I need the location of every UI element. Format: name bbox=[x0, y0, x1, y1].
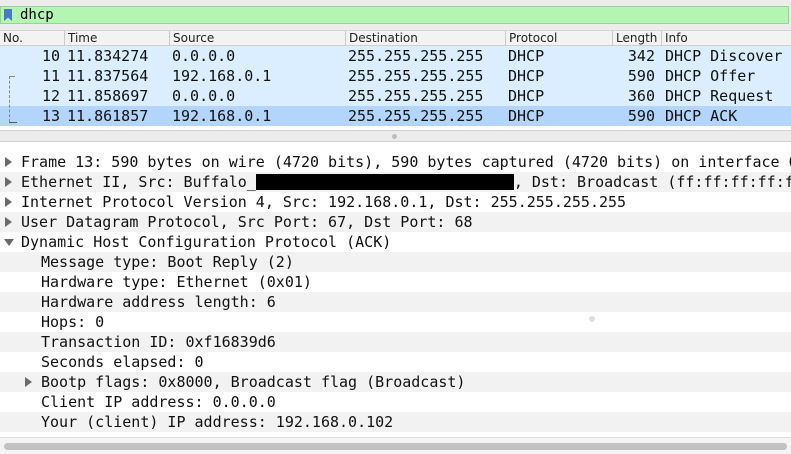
packet-length: 360 bbox=[627, 87, 655, 105]
packet-destination: 255.255.255.255 bbox=[348, 107, 484, 125]
tree-item-udp[interactable]: User Datagram Protocol, Src Port: 67, Ds… bbox=[0, 212, 791, 232]
related-packet-bracket-top bbox=[9, 76, 15, 77]
tree-field[interactable]: Transaction ID: 0xf16839d6 bbox=[0, 332, 791, 352]
packet-detail-tree: Frame 13: 590 bytes on wire (4720 bits),… bbox=[0, 152, 791, 436]
expand-arrow-icon[interactable] bbox=[5, 157, 12, 167]
packet-time: 11.837564 bbox=[67, 67, 149, 85]
packet-info: DHCP Request bbox=[665, 87, 774, 105]
pane-splitter[interactable] bbox=[0, 130, 791, 142]
tree-field[interactable]: Hardware address length: 6 bbox=[0, 292, 791, 312]
column-header-destination[interactable]: Destination bbox=[345, 31, 505, 46]
redacted-mac-address bbox=[255, 173, 514, 190]
packet-row[interactable]: 12 11.858697 0.0.0.0 255.255.255.255 DHC… bbox=[0, 86, 791, 106]
column-header-protocol[interactable]: Protocol bbox=[505, 31, 612, 46]
tree-item-ethernet[interactable]: Ethernet II, Src: Buffalo_ , Dst: Broadca… bbox=[0, 172, 791, 192]
tree-field-label: Hardware address length: 6 bbox=[41, 293, 276, 311]
expand-arrow-icon[interactable] bbox=[25, 377, 32, 387]
column-header-no[interactable]: No. bbox=[0, 31, 64, 46]
packet-list-header: No. Time Source Destination Protocol Len… bbox=[0, 30, 791, 46]
tree-item-label-suffix: , Dst: Broadcast (ff:ff:ff:ff:ff:ff) bbox=[513, 173, 791, 191]
bookmark-icon[interactable] bbox=[4, 9, 12, 21]
packet-protocol: DHCP bbox=[508, 47, 545, 65]
tree-item-bootp-flags[interactable]: Bootp flags: 0x8000, Broadcast flag (Bro… bbox=[0, 372, 791, 392]
packet-length: 342 bbox=[627, 47, 655, 65]
packet-protocol: DHCP bbox=[508, 67, 545, 85]
tree-field-label: Seconds elapsed: 0 bbox=[41, 353, 204, 371]
tree-field-label: Your (client) IP address: 192.168.0.102 bbox=[41, 413, 394, 431]
packet-time: 11.858697 bbox=[67, 87, 149, 105]
packet-time: 11.861857 bbox=[67, 107, 149, 125]
tree-item-dhcp[interactable]: Dynamic Host Configuration Protocol (ACK… bbox=[0, 232, 791, 252]
tree-field[interactable]: Hardware type: Ethernet (0x01) bbox=[0, 272, 791, 292]
related-packet-bracket-bottom bbox=[9, 122, 17, 123]
packet-row-selected[interactable]: 13 11.861857 192.168.0.1 255.255.255.255… bbox=[0, 106, 791, 126]
tree-field-label: Bootp flags: 0x8000, Broadcast flag (Bro… bbox=[41, 373, 466, 391]
tree-item-label: Internet Protocol Version 4, Src: 192.16… bbox=[21, 193, 627, 211]
packet-no: 10 bbox=[41, 47, 60, 65]
packet-source: 0.0.0.0 bbox=[172, 87, 236, 105]
packet-row[interactable]: 10 11.834274 0.0.0.0 255.255.255.255 DHC… bbox=[0, 46, 791, 66]
packet-time: 11.834274 bbox=[67, 47, 149, 65]
packet-length: 590 bbox=[627, 67, 655, 85]
column-header-source[interactable]: Source bbox=[169, 31, 345, 46]
tree-field-label: Transaction ID: 0xf16839d6 bbox=[41, 333, 276, 351]
tree-item-label: Frame 13: 590 bytes on wire (4720 bits),… bbox=[21, 153, 791, 171]
column-header-info[interactable]: Info bbox=[661, 31, 791, 46]
scroll-indicator bbox=[589, 316, 595, 322]
packet-destination: 255.255.255.255 bbox=[348, 67, 484, 85]
tree-field-label: Hardware type: Ethernet (0x01) bbox=[41, 273, 312, 291]
packet-length: 590 bbox=[627, 107, 655, 125]
tree-field[interactable]: Client IP address: 0.0.0.0 bbox=[0, 392, 791, 412]
display-filter-toolbar: dhcp bbox=[0, 0, 791, 31]
packet-row[interactable]: 11 11.837564 192.168.0.1 255.255.255.255… bbox=[0, 66, 791, 86]
related-packet-bracket bbox=[9, 76, 10, 122]
packet-source: 0.0.0.0 bbox=[172, 47, 236, 65]
packet-source: 192.168.0.1 bbox=[172, 107, 272, 125]
packet-destination: 255.255.255.255 bbox=[348, 87, 484, 105]
expand-arrow-icon[interactable] bbox=[5, 177, 12, 187]
tree-item-label: Ethernet II, Src: Buffalo_ bbox=[21, 173, 256, 191]
splitter-handle-icon[interactable] bbox=[392, 134, 397, 139]
tree-item-frame[interactable]: Frame 13: 590 bytes on wire (4720 bits),… bbox=[0, 152, 791, 172]
packet-protocol: DHCP bbox=[508, 107, 545, 125]
display-filter-input[interactable]: dhcp bbox=[0, 6, 789, 24]
tree-item-label: Dynamic Host Configuration Protocol (ACK… bbox=[21, 233, 392, 251]
tree-field-label: Client IP address: 0.0.0.0 bbox=[41, 393, 276, 411]
packet-source: 192.168.0.1 bbox=[172, 67, 272, 85]
collapse-arrow-icon[interactable] bbox=[4, 239, 14, 246]
scrollbar-thumb[interactable] bbox=[4, 443, 787, 450]
column-header-length[interactable]: Length bbox=[612, 31, 661, 46]
tree-field[interactable]: Your (client) IP address: 192.168.0.102 bbox=[0, 412, 791, 432]
tree-field[interactable]: Seconds elapsed: 0 bbox=[0, 352, 791, 372]
tree-item-ip[interactable]: Internet Protocol Version 4, Src: 192.16… bbox=[0, 192, 791, 212]
horizontal-scrollbar[interactable] bbox=[0, 437, 791, 454]
packet-info: DHCP Offer bbox=[665, 67, 756, 85]
expand-arrow-icon[interactable] bbox=[5, 217, 12, 227]
tree-field-label: Hops: 0 bbox=[41, 313, 105, 331]
packet-info: DHCP ACK bbox=[665, 107, 738, 125]
column-header-time[interactable]: Time bbox=[64, 31, 169, 46]
expand-arrow-icon[interactable] bbox=[5, 197, 12, 207]
packet-protocol: DHCP bbox=[508, 87, 545, 105]
tree-field[interactable]: Message type: Boot Reply (2) bbox=[0, 252, 791, 272]
tree-field[interactable]: Hops: 0 bbox=[0, 312, 791, 332]
packet-list: 10 11.834274 0.0.0.0 255.255.255.255 DHC… bbox=[0, 46, 791, 130]
tree-field-label: Message type: Boot Reply (2) bbox=[41, 253, 294, 271]
tree-item-label: User Datagram Protocol, Src Port: 67, Ds… bbox=[21, 213, 473, 231]
packet-destination: 255.255.255.255 bbox=[348, 47, 484, 65]
packet-info: DHCP Discover bbox=[665, 47, 783, 65]
display-filter-text: dhcp bbox=[20, 7, 54, 23]
